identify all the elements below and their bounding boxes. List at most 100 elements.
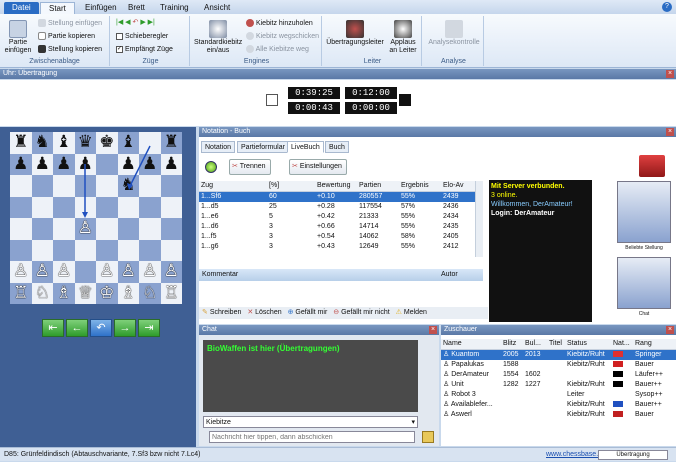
table-cell: 2013	[523, 349, 547, 360]
table-row[interactable]: 1...Sf6 60 +0.10 280557 55% 2439	[199, 191, 483, 202]
table-cell: 1...d6	[201, 223, 219, 230]
clock-black-base: 0:00:00	[345, 102, 397, 114]
slider-checkbox[interactable]: Schieberegler	[116, 32, 168, 42]
prev-move-button[interactable]: ←	[66, 319, 88, 337]
col-title[interactable]: Titel	[547, 339, 565, 350]
col-name[interactable]: Name	[441, 339, 501, 350]
table-cell: 21333	[359, 213, 379, 220]
col-rank[interactable]: Rang	[633, 339, 676, 350]
tab-insert[interactable]: Einfügen	[77, 2, 125, 14]
remove-all-kibitzers-button[interactable]: Alle Kiebitze weg	[246, 45, 309, 55]
paste-game-button[interactable]: Partie einfügen	[4, 20, 32, 55]
tab-file[interactable]: Datei	[4, 2, 39, 14]
remove-kibitzer-button[interactable]: Kiebitz wegschicken	[246, 32, 319, 42]
receive-moves-checkbox[interactable]: ✓ Empfängt Züge	[116, 45, 173, 55]
paste-position-button[interactable]: Stellung einfügen	[38, 19, 102, 29]
group-label-analysis: Analyse	[441, 58, 466, 65]
first-move-icon[interactable]: |◀	[116, 19, 123, 26]
close-icon[interactable]: ×	[429, 326, 437, 334]
close-icon[interactable]: ×	[666, 128, 674, 136]
list-item[interactable]: ♙ Aswerl Kiebitz/Ruht Bauer	[441, 410, 676, 420]
chat-messages: BioWaffen ist hier (Übertragungen)	[203, 340, 418, 412]
tab-score-sheet[interactable]: Partieformular	[237, 141, 289, 153]
table-cell: Kiebitz/Ruht	[565, 349, 611, 360]
broadcast-leader-button[interactable]: Übertragungsleiter	[326, 20, 384, 47]
list-item[interactable]: ♙ Papalukas 1588 Kiebitz/Ruht Bauer	[441, 360, 676, 370]
send-icon[interactable]	[422, 431, 434, 443]
standard-kibitzer-button[interactable]: Standardkiebitz ein/aus	[194, 20, 242, 55]
table-row[interactable]: 1...g6 3 +0.43 12649 55% 2412	[199, 242, 483, 252]
first-move-button[interactable]: ⇤	[42, 319, 64, 337]
checkbox-icon	[116, 32, 123, 40]
group-clipboard: Partie einfügen Stellung einfügen Partie…	[0, 16, 110, 66]
chat-position-thumbnail[interactable]	[617, 257, 671, 309]
last-move-button[interactable]: ⇥	[138, 319, 160, 337]
chat-input[interactable]	[209, 431, 415, 443]
col-eval[interactable]: Bewertung	[315, 181, 357, 192]
analysis-control-button[interactable]: Analysekontrolle	[426, 20, 482, 47]
vertical-scrollbar[interactable]	[475, 181, 483, 257]
chessbase-link[interactable]: www.chessbase.de	[546, 448, 606, 462]
tab-book[interactable]: Buch	[325, 141, 349, 153]
tab-notation[interactable]: Notation	[201, 141, 236, 153]
tab-view[interactable]: Ansicht	[196, 2, 238, 14]
col-bullet[interactable]: Bul...	[523, 339, 547, 350]
copy-game-button[interactable]: Partie kopieren	[38, 32, 95, 42]
table-cell: 3	[269, 243, 273, 250]
tab-start[interactable]: Start	[40, 2, 75, 14]
board-panel: ♜♞♝♛♚♝♜♟♟♟♟♟♟♟♞♙♙♙♙♙♙♙♙♖♘♗♕♔♗♘♖ ⇤ ← ↶ → …	[0, 127, 196, 447]
leader-icon	[346, 20, 364, 38]
table-cell: ♙ Aswerl	[441, 410, 501, 420]
col-percent[interactable]: [%]	[267, 181, 315, 192]
table-cell: 14062	[359, 233, 379, 240]
col-games[interactable]: Partien	[357, 181, 399, 192]
prev-move-icon[interactable]: ◀	[125, 19, 130, 26]
add-kibitzer-button[interactable]: Kiebitz hinzuholen	[246, 19, 313, 29]
col-nation[interactable]: Nat...	[611, 339, 633, 350]
last-move-icon[interactable]: ▶|	[148, 19, 155, 26]
user-name: Papalukas	[451, 361, 484, 368]
take-back-button[interactable]: ↶	[90, 319, 112, 337]
dislike-button[interactable]: ⊖ Gefällt mir nicht	[333, 309, 389, 316]
list-item[interactable]: ♙ DerAmateur 1554 1602 Läufer++	[441, 370, 676, 380]
like-button[interactable]: ⊕ Gefällt mir	[288, 309, 328, 316]
mode-indicator: Übertragung	[598, 450, 668, 460]
next-move-button[interactable]: →	[114, 319, 136, 337]
recipient-select[interactable]: Kiebitze ▾	[203, 416, 418, 428]
disconnect-button[interactable]: ✂ Trennen	[229, 159, 271, 175]
tab-board[interactable]: Brett	[120, 2, 153, 14]
col-blitz[interactable]: Blitz	[501, 339, 523, 350]
popular-position-thumbnail[interactable]	[617, 181, 671, 243]
chat-panel-title: Chat ×	[199, 325, 439, 335]
close-icon[interactable]: ×	[666, 70, 674, 78]
table-row[interactable]: 1...f5 3 +0.54 14062 58% 2405	[199, 232, 483, 242]
clock-panel-title: Uhr: Übertragung ×	[0, 69, 676, 79]
write-button[interactable]: ✎ Schreiben	[202, 309, 241, 316]
col-result[interactable]: Ergebnis	[399, 181, 441, 192]
next-move-icon[interactable]: ▶	[140, 19, 145, 26]
list-item[interactable]: ♙ Availablefer... Kiebitz/Ruht Bauer++	[441, 400, 676, 410]
table-cell: 55%	[401, 243, 416, 250]
close-icon[interactable]: ×	[666, 326, 674, 334]
chevron-down-icon: ▾	[411, 419, 415, 426]
tab-livebook[interactable]: LiveBuch	[287, 141, 324, 153]
table-row[interactable]: 1...d5 25 +0.28 117554 57% 2436	[199, 202, 483, 212]
undo-icon[interactable]: ↶	[133, 19, 139, 26]
settings-button[interactable]: ✂ Einstellungen	[289, 159, 347, 175]
table-row[interactable]: 1...e6 5 +0.42 21333 55% 2434	[199, 212, 483, 222]
applause-button[interactable]: Applaus an Leiter	[386, 20, 420, 55]
col-move[interactable]: Zug	[199, 181, 267, 192]
list-item[interactable]: ♙ Unit 1282 1227 Kiebitz/Ruht Bauer++	[441, 380, 676, 390]
table-row[interactable]: 1...d6 3 +0.66 14714 55% 2435	[199, 222, 483, 232]
delete-button[interactable]: ✕ Löschen	[247, 309, 281, 316]
tab-training[interactable]: Training	[152, 2, 197, 14]
help-icon[interactable]: ?	[662, 2, 672, 12]
col-status[interactable]: Status	[565, 339, 611, 350]
report-button[interactable]: ⚠ Melden	[396, 309, 427, 316]
table-cell	[611, 400, 633, 410]
list-item[interactable]: ♙ Robot 3 Leiter Sysop++	[441, 390, 676, 400]
group-analysis: Analysekontrolle Analyse	[424, 16, 484, 66]
copy-position-button[interactable]: Stellung kopieren	[38, 45, 102, 55]
table-cell: 55%	[401, 213, 416, 220]
list-item[interactable]: ♙ Kuantom 2005 2013 Kiebitz/Ruht Springer	[441, 349, 676, 360]
